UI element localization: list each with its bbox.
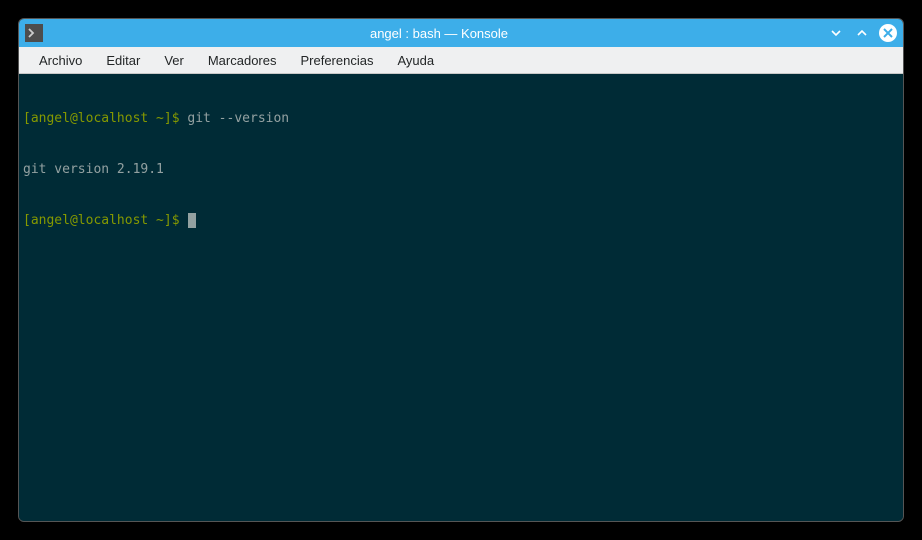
shell-prompt: [angel@localhost ~]$ (23, 213, 187, 228)
app-window: angel : bash — Konsole Archivo Editar Ve… (18, 18, 904, 522)
menu-editar[interactable]: Editar (94, 49, 152, 72)
maximize-button[interactable] (853, 24, 871, 42)
terminal-area[interactable]: [angel@localhost ~]$ git --version git v… (19, 74, 903, 521)
window-title: angel : bash — Konsole (51, 26, 827, 41)
menu-ayuda[interactable]: Ayuda (385, 49, 446, 72)
close-button[interactable] (879, 24, 897, 42)
menu-preferencias[interactable]: Preferencias (288, 49, 385, 72)
menu-ver[interactable]: Ver (152, 49, 196, 72)
minimize-button[interactable] (827, 24, 845, 42)
shell-command: git --version (187, 111, 289, 126)
shell-prompt: [angel@localhost ~]$ (23, 111, 187, 126)
cursor-block (188, 213, 196, 228)
terminal-line: [angel@localhost ~]$ (23, 212, 899, 229)
terminal-icon (25, 24, 43, 42)
menu-archivo[interactable]: Archivo (27, 49, 94, 72)
terminal-line: [angel@localhost ~]$ git --version (23, 110, 899, 127)
terminal-output: git version 2.19.1 (23, 161, 899, 178)
menu-marcadores[interactable]: Marcadores (196, 49, 289, 72)
menubar: Archivo Editar Ver Marcadores Preferenci… (19, 47, 903, 74)
window-controls (827, 24, 897, 42)
titlebar[interactable]: angel : bash — Konsole (19, 19, 903, 47)
